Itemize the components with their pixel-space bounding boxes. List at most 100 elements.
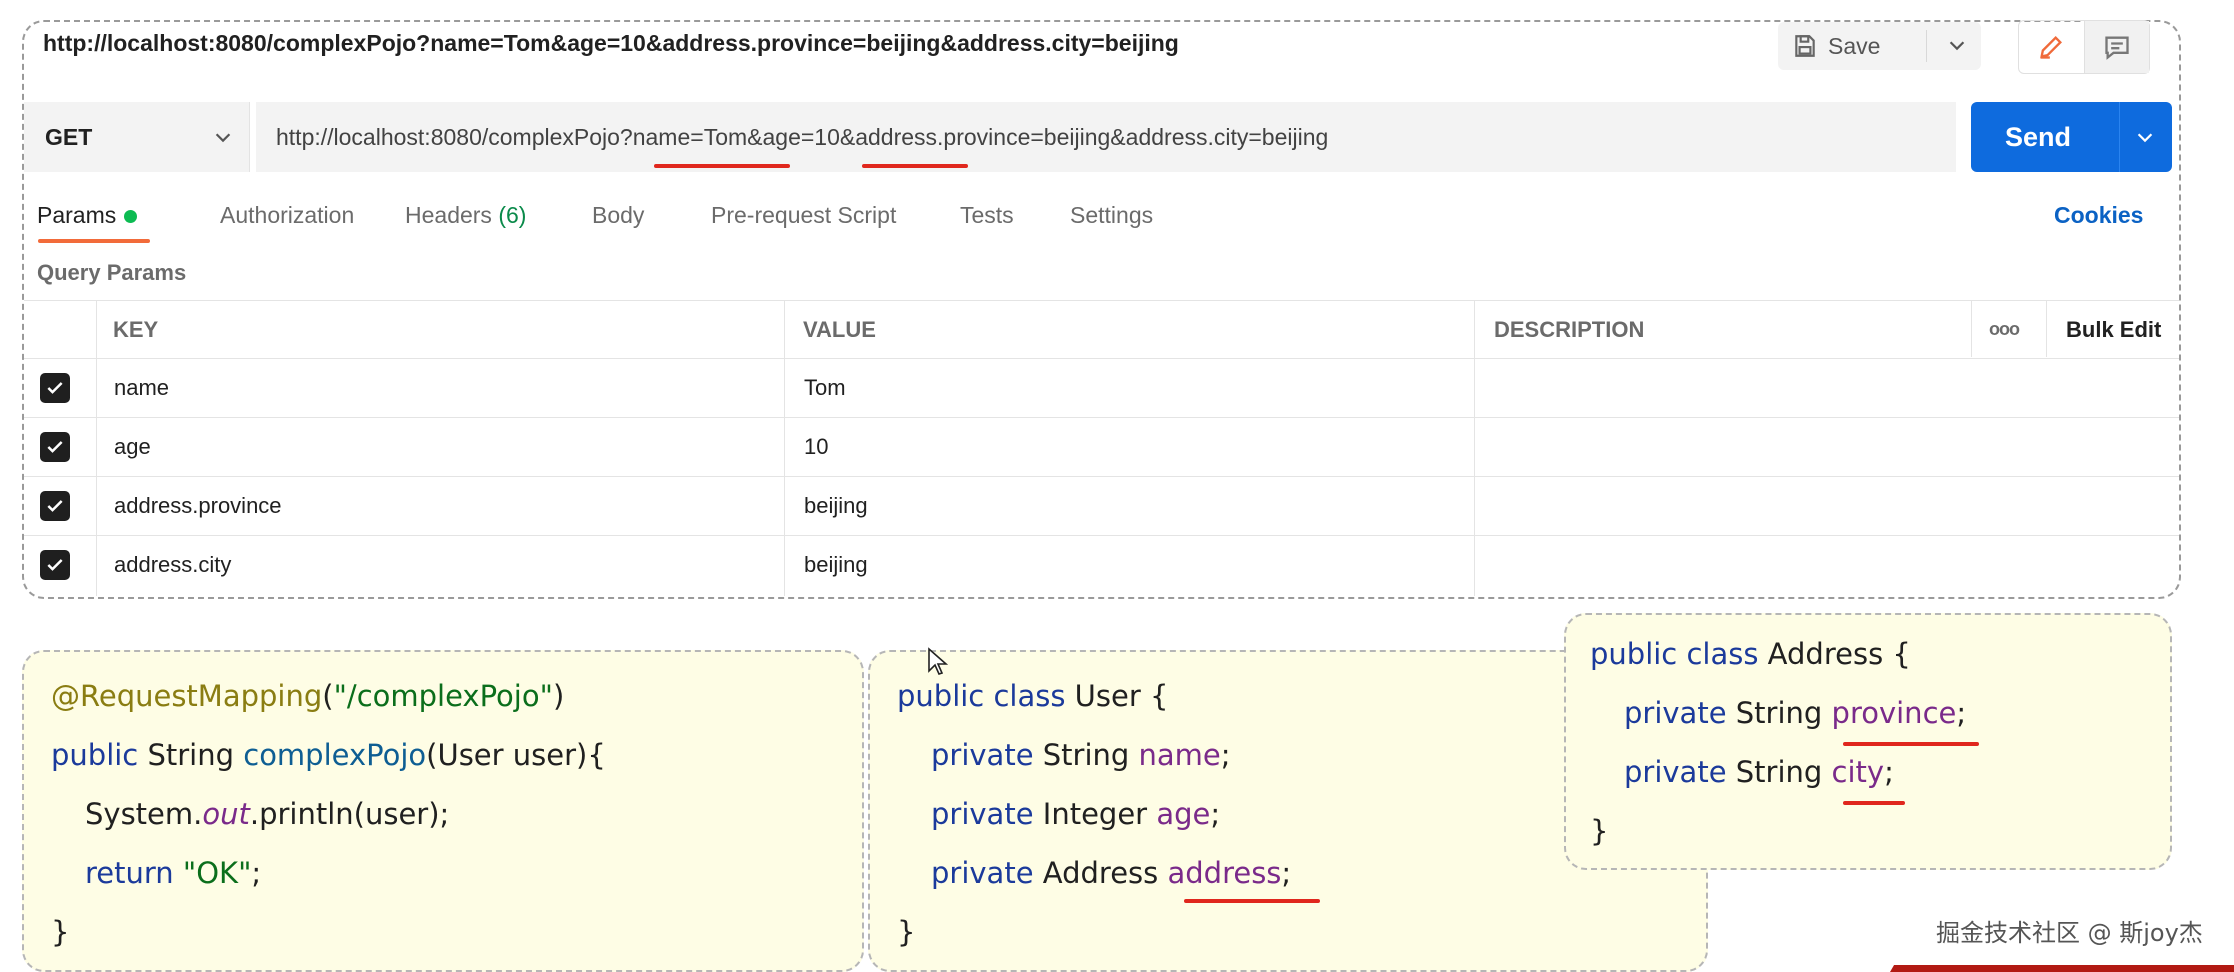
method-call: .println(user); (249, 797, 450, 831)
tab-pre-request-script[interactable]: Pre-request Script (711, 202, 896, 229)
column-header-description: DESCRIPTION (1494, 316, 1645, 342)
chevron-down-icon[interactable] (2134, 126, 2156, 148)
column-divider (1971, 300, 1972, 357)
chevron-down-icon[interactable] (1946, 34, 1968, 56)
param-key[interactable]: address.province (114, 477, 282, 535)
divider (2119, 102, 2120, 172)
url-prefix: http://localhost:8080/complexPojo?name=T… (276, 123, 856, 150)
string-literal: "/complexPojo" (333, 679, 553, 713)
static-field: out (202, 797, 250, 831)
field-name: address (1167, 856, 1282, 890)
code-line: private String province; (1624, 696, 1966, 730)
tab-params-label: Params (37, 202, 117, 228)
keyword: private (1624, 696, 1727, 730)
method-label: GET (45, 123, 93, 150)
row-checkbox[interactable] (40, 359, 70, 417)
keyword: private (931, 738, 1034, 772)
field-name: name (1138, 738, 1221, 772)
save-button[interactable]: Save (1778, 22, 1981, 70)
paren: ) (552, 679, 565, 713)
param-value[interactable]: beijing (804, 477, 868, 535)
semicolon: ; (1884, 755, 1894, 789)
row-checkbox[interactable] (40, 418, 70, 476)
tab-tests[interactable]: Tests (960, 202, 1014, 229)
tab-headers[interactable]: Headers (6) (405, 202, 526, 229)
bulk-edit-button[interactable]: Bulk Edit (2066, 301, 2161, 358)
param-key[interactable]: address.city (114, 536, 231, 594)
table-row: age 10 (24, 417, 2179, 476)
keyword: return (85, 856, 183, 890)
param-value[interactable]: beijing (804, 536, 868, 594)
semicolon: ; (1220, 738, 1231, 772)
url-province-key: address.province (855, 123, 1031, 150)
pencil-icon (2040, 36, 2063, 59)
save-label: Save (1828, 32, 1881, 59)
column-header-value: VALUE (803, 316, 876, 342)
headers-count: (6) (498, 202, 527, 228)
address-field-underline (1184, 899, 1320, 903)
method-name: complexPojo (243, 738, 427, 772)
class-name: User { (1065, 679, 1169, 713)
cookies-link[interactable]: Cookies (2054, 202, 2143, 229)
table-header-row: KEY VALUE DESCRIPTION ooo Bulk Edit (24, 300, 2179, 358)
request-title: http://localhost:8080/complexPojo?name=T… (43, 30, 1179, 56)
table-row: name Tom (24, 358, 2179, 417)
code-line: private String name; (931, 738, 1231, 772)
type: String (1033, 738, 1139, 772)
paren: ( (322, 679, 334, 713)
tab-authorization[interactable]: Authorization (220, 202, 354, 229)
edit-button[interactable] (2019, 21, 2084, 73)
params: (User user){ (426, 738, 606, 772)
table-row: address.city beijing (24, 535, 2179, 594)
query-params-table: KEY VALUE DESCRIPTION ooo Bulk Edit name… (24, 300, 2179, 594)
class-name: Address { (1758, 637, 1911, 671)
province-field-underline (1843, 742, 1979, 746)
keyword: private (1624, 755, 1727, 789)
code-line: private Address address; (931, 856, 1291, 890)
active-tab-indicator (38, 239, 150, 243)
tab-headers-label: Headers (405, 202, 492, 228)
param-value[interactable]: Tom (804, 359, 846, 417)
send-button[interactable]: Send (1971, 102, 2172, 172)
param-key[interactable]: name (114, 359, 169, 417)
code-line: private Integer age; (931, 797, 1220, 831)
code-line: return "OK"; (85, 856, 261, 890)
tab-params[interactable]: Params (37, 202, 138, 229)
postman-request-panel: http://localhost:8080/complexPojo?name=T… (22, 20, 2181, 599)
city-highlight-underline (862, 164, 968, 168)
more-options-button[interactable]: ooo (1989, 301, 2020, 358)
send-label: Send (2005, 122, 2072, 152)
semicolon: ; (1210, 797, 1221, 831)
keyword: private (931, 797, 1034, 831)
semicolon: ; (251, 856, 262, 890)
url-input[interactable]: http://localhost:8080/complexPojo?name=T… (256, 102, 1956, 172)
row-checkbox[interactable] (40, 536, 70, 594)
comments-button[interactable] (2083, 21, 2149, 73)
tab-body[interactable]: Body (592, 202, 644, 229)
url-city-value: =beijing (1248, 123, 1329, 150)
method-select[interactable]: GET (24, 102, 250, 172)
view-toggle-group (2018, 20, 2150, 74)
row-checkbox[interactable] (40, 477, 70, 535)
checkbox-checked-icon (40, 550, 70, 580)
type: Address (1033, 856, 1168, 890)
comment-icon (2105, 36, 2129, 60)
checkbox-checked-icon (40, 373, 70, 403)
semicolon: ; (1956, 696, 1967, 730)
url-province-value: =beijing& (1030, 123, 1126, 150)
divider (1926, 30, 1927, 62)
checkbox-checked-icon (40, 432, 70, 462)
url-city-key: address.city (1125, 123, 1249, 150)
tab-settings[interactable]: Settings (1070, 202, 1153, 229)
field-name: age (1156, 797, 1211, 831)
type: String (1726, 696, 1832, 730)
code-line: public class User { (897, 679, 1168, 713)
code-line: private String city; (1624, 755, 1894, 789)
code-line: } (897, 915, 916, 949)
url-text: http://localhost:8080/complexPojo?name=T… (276, 124, 1328, 151)
mouse-cursor-icon (928, 647, 949, 675)
param-key[interactable]: age (114, 418, 151, 476)
city-field-underline (1843, 801, 1905, 805)
param-value[interactable]: 10 (804, 418, 828, 476)
class-ref: System. (85, 797, 203, 831)
